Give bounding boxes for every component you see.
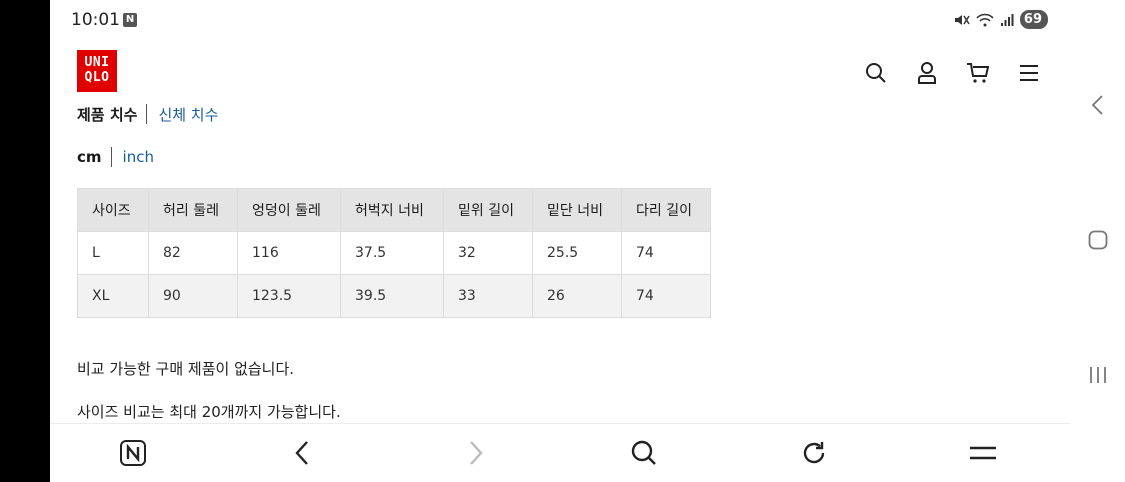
menu-icon bbox=[970, 446, 996, 460]
system-navigation-bar bbox=[1070, 0, 1125, 482]
search-button[interactable] bbox=[850, 60, 901, 86]
table-cell: 82 bbox=[148, 231, 238, 275]
forward-icon bbox=[470, 441, 483, 465]
table-cell: 26 bbox=[532, 274, 622, 318]
size-table: 사이즈 허리 둘레 엉덩이 둘레 허벅지 너비 밑위 길이 밑단 너비 다리 길… bbox=[77, 188, 711, 318]
header-icons bbox=[850, 60, 1054, 86]
logo-line-2: QLO bbox=[84, 70, 110, 85]
table-cell: 39.5 bbox=[340, 274, 444, 318]
size-type-tabs: 제품 치수 신체 치수 bbox=[77, 104, 218, 124]
table-cell: 32 bbox=[443, 231, 533, 275]
unit-inch[interactable]: inch bbox=[123, 148, 154, 166]
naver-notification-icon: N bbox=[123, 13, 137, 27]
system-home-icon[interactable] bbox=[1088, 230, 1108, 250]
column-header: 밑단 너비 bbox=[532, 188, 622, 232]
menu-icon bbox=[1019, 65, 1038, 81]
status-icons: 69 bbox=[954, 10, 1048, 29]
cart-button[interactable] bbox=[952, 60, 1003, 86]
table-cell: 116 bbox=[237, 231, 341, 275]
unit-cm[interactable]: cm bbox=[77, 148, 102, 166]
forward-button[interactable] bbox=[460, 438, 490, 468]
status-bar: 10:01 N 69 bbox=[50, 0, 1070, 40]
menu-button[interactable] bbox=[1003, 60, 1054, 86]
table-cell: 123.5 bbox=[237, 274, 341, 318]
battery-indicator: 69 bbox=[1019, 10, 1048, 29]
tab-product-size[interactable]: 제품 치수 bbox=[77, 104, 137, 124]
unit-toggle: cm inch bbox=[77, 146, 154, 168]
search-icon bbox=[631, 440, 656, 465]
table-cell: 74 bbox=[621, 231, 711, 275]
tab-body-size[interactable]: 신체 치수 bbox=[158, 104, 218, 124]
account-button[interactable] bbox=[901, 60, 952, 86]
column-header: 다리 길이 bbox=[621, 188, 711, 232]
no-compare-message: 비교 가능한 구매 제품이 없습니다. bbox=[77, 360, 295, 378]
table-row: XL 90 123.5 39.5 33 26 74 bbox=[77, 274, 711, 318]
uniqlo-logo[interactable]: UNI QLO bbox=[77, 50, 117, 92]
reload-icon bbox=[803, 442, 825, 464]
back-icon bbox=[295, 441, 308, 465]
phone-screen: 10:01 N 69 UNI QLO 제품 치수 신체 치수 cm inch 사… bbox=[50, 0, 1070, 482]
signal-icon bbox=[1000, 13, 1014, 26]
table-cell: 74 bbox=[621, 274, 711, 318]
table-header-row: 사이즈 허리 둘레 엉덩이 둘레 허벅지 너비 밑위 길이 밑단 너비 다리 길… bbox=[77, 188, 711, 232]
table-cell: L bbox=[77, 231, 149, 275]
back-button[interactable] bbox=[288, 438, 318, 468]
search-icon bbox=[865, 63, 886, 83]
column-header: 엉덩이 둘레 bbox=[237, 188, 341, 232]
logo-line-1: UNI bbox=[84, 55, 110, 70]
left-bezel bbox=[0, 0, 50, 482]
account-icon bbox=[917, 62, 936, 84]
table-cell: 25.5 bbox=[532, 231, 622, 275]
column-header: 사이즈 bbox=[77, 188, 149, 232]
table-cell: 37.5 bbox=[340, 231, 444, 275]
unit-divider bbox=[110, 147, 112, 167]
naver-icon bbox=[120, 440, 146, 466]
system-back-icon[interactable] bbox=[1090, 95, 1106, 115]
table-cell: 33 bbox=[443, 274, 533, 318]
table-row: L 82 116 37.5 32 25.5 74 bbox=[77, 231, 711, 275]
column-header: 허리 둘레 bbox=[148, 188, 238, 232]
system-recents-icon[interactable] bbox=[1089, 366, 1107, 384]
table-cell: 90 bbox=[148, 274, 238, 318]
column-header: 밑위 길이 bbox=[443, 188, 533, 232]
cart-icon bbox=[966, 63, 989, 83]
status-time: 10:01 bbox=[71, 10, 120, 30]
mute-icon bbox=[954, 14, 970, 25]
tab-divider bbox=[146, 104, 148, 124]
wifi-icon bbox=[976, 13, 994, 26]
reload-button[interactable] bbox=[799, 438, 829, 468]
compare-limit-message: 사이즈 비교는 최대 20개까지 가능합니다. bbox=[77, 403, 341, 421]
browser-toolbar bbox=[50, 423, 1070, 482]
column-header: 허벅지 너비 bbox=[340, 188, 444, 232]
browser-search-button[interactable] bbox=[629, 438, 659, 468]
browser-menu-button[interactable] bbox=[968, 438, 998, 468]
naver-home-button[interactable] bbox=[118, 438, 148, 468]
table-cell: XL bbox=[77, 274, 149, 318]
